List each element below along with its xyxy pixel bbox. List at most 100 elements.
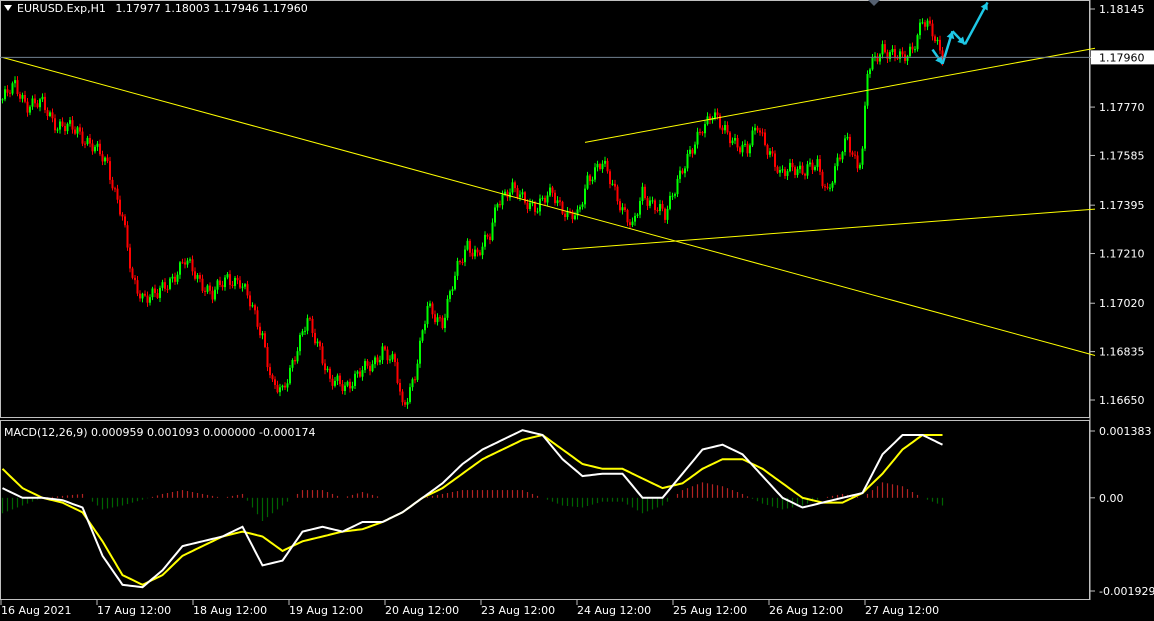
- candle: [139, 290, 141, 302]
- candle: [594, 163, 596, 183]
- candle: [564, 210, 566, 222]
- candle: [561, 200, 564, 216]
- candle: [109, 156, 111, 185]
- candle: [381, 342, 384, 365]
- trendlines-layer[interactable]: [2, 47, 1096, 357]
- candle: [629, 219, 631, 229]
- candle: [276, 380, 279, 394]
- candle: [76, 125, 79, 138]
- candle: [831, 181, 834, 192]
- candle: [26, 97, 29, 117]
- macd-axis: 0.001383 0.00 -0.001929: [1090, 425, 1154, 598]
- candle: [396, 358, 399, 385]
- candle: [751, 126, 754, 148]
- candle: [691, 148, 694, 158]
- current-price-marker: 1.17960: [0, 50, 1154, 65]
- candle: [576, 205, 579, 220]
- current-price-label: 1.17960: [1099, 51, 1145, 64]
- candle: [226, 272, 229, 280]
- candle: [179, 261, 181, 279]
- candle: [449, 289, 451, 303]
- candle: [484, 231, 486, 250]
- price-tick-label: 1.18145: [1099, 3, 1145, 16]
- candle: [631, 217, 634, 227]
- candle: [66, 122, 69, 135]
- candle: [204, 287, 206, 297]
- long-downtrend-trendline[interactable]: [2, 56, 1096, 357]
- candle: [54, 114, 56, 134]
- candle: [294, 356, 296, 365]
- forecast-arrow-segment[interactable]: [963, 1, 989, 45]
- candle: [939, 35, 941, 55]
- candle: [824, 183, 826, 191]
- candle: [766, 143, 769, 159]
- candle: [99, 139, 101, 157]
- candle: [889, 50, 891, 62]
- candle: [371, 360, 374, 373]
- candle: [201, 274, 204, 294]
- price-tick-label: 1.16835: [1099, 346, 1145, 359]
- time-tick-label: 19 Aug 12:00: [289, 604, 363, 617]
- candle: [11, 81, 14, 96]
- trading-chart[interactable]: 1.18145 1.17960 1.17770 1.17585 1.17395 1.172…: [0, 0, 1154, 621]
- candle: [861, 146, 864, 169]
- candle: [789, 158, 791, 173]
- candle: [64, 122, 66, 136]
- candle: [419, 337, 421, 368]
- candle: [604, 156, 606, 168]
- macd-tick-label: 0.00: [1099, 492, 1124, 505]
- candle: [9, 89, 11, 98]
- candle: [626, 208, 629, 226]
- candle: [936, 37, 939, 45]
- candle: [141, 292, 144, 303]
- candle: [326, 366, 329, 373]
- candle: [94, 144, 96, 154]
- candle: [819, 155, 821, 176]
- candle: [259, 322, 261, 339]
- candle: [746, 141, 749, 157]
- scroll-marker-icon[interactable]: [868, 0, 880, 6]
- candle: [399, 378, 401, 396]
- candle: [759, 127, 761, 136]
- macd-tick-label: 0.001383: [1099, 425, 1152, 438]
- candle: [806, 160, 809, 179]
- candle: [481, 242, 484, 260]
- forecast-arrows-layer[interactable]: [931, 1, 989, 65]
- candle: [406, 397, 409, 409]
- candle: [784, 166, 786, 179]
- price-tick-label: 1.17585: [1099, 149, 1145, 162]
- time-tick-label: 24 Aug 12:00: [577, 604, 651, 617]
- candle: [786, 168, 789, 180]
- time-tick-label: 25 Aug 12:00: [673, 604, 747, 617]
- candle: [731, 137, 734, 146]
- candle: [464, 245, 466, 267]
- candle: [559, 196, 561, 206]
- candle: [274, 376, 276, 390]
- candle: [269, 363, 271, 379]
- candle: [729, 130, 731, 148]
- candle: [299, 332, 301, 356]
- channel-lower-trendline[interactable]: [562, 208, 1096, 251]
- candle: [719, 113, 721, 130]
- channel-upper-trendline[interactable]: [584, 47, 1096, 143]
- candle: [134, 274, 136, 285]
- candle: [676, 175, 679, 198]
- candle: [476, 247, 479, 257]
- candle: [491, 218, 494, 242]
- candle: [836, 153, 839, 171]
- candle: [284, 382, 286, 391]
- time-tick-label: 18 Aug 12:00: [193, 604, 267, 617]
- candle: [519, 190, 521, 202]
- candle: [119, 195, 121, 217]
- candle: [496, 202, 499, 211]
- candle: [704, 120, 706, 138]
- candle: [486, 233, 489, 240]
- candle: [839, 154, 841, 162]
- collapse-triangle-icon[interactable]: [4, 5, 12, 11]
- candle: [521, 188, 524, 199]
- candle: [116, 184, 119, 204]
- candle: [16, 76, 19, 97]
- candle: [881, 40, 884, 59]
- candle: [911, 42, 914, 54]
- candle: [36, 100, 39, 109]
